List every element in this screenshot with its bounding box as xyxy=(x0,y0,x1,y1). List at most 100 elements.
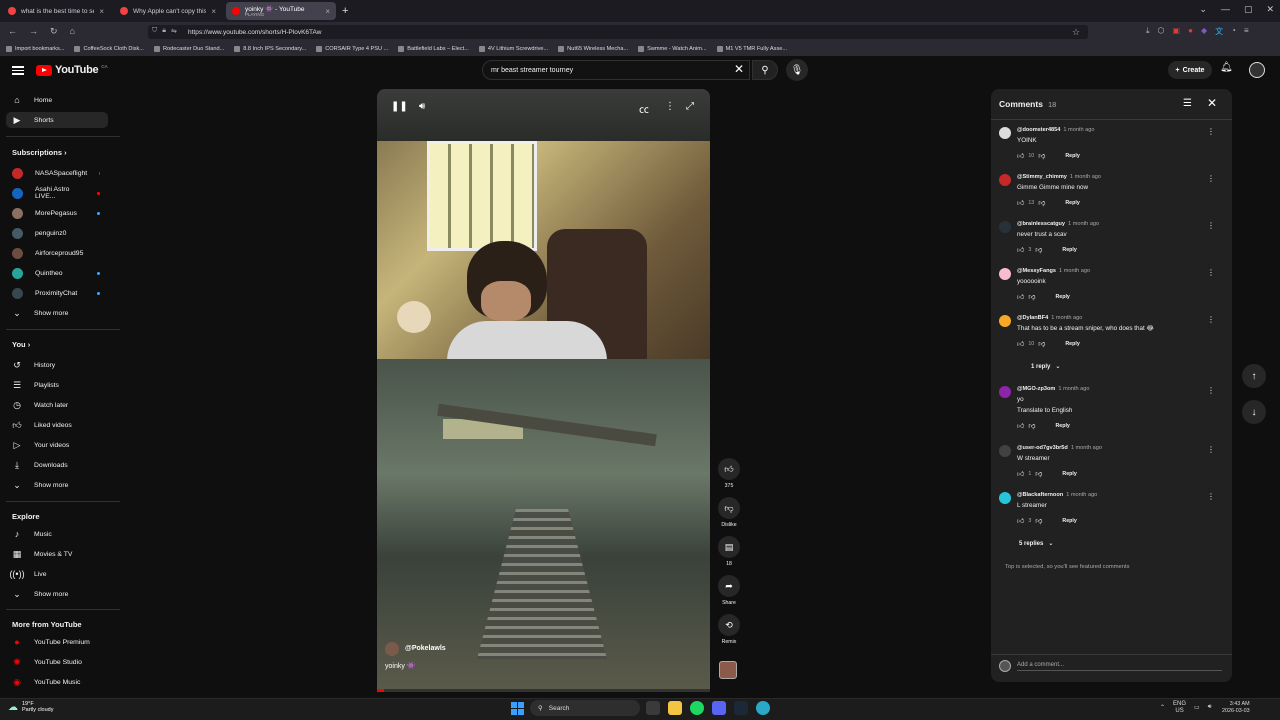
lock-icon[interactable]: 🔒︎ xyxy=(162,27,166,35)
remix-action[interactable]: ⟲ Remix xyxy=(718,614,740,645)
comments-action[interactable]: ▤ 18 xyxy=(718,536,740,567)
bookmark-item[interactable]: M1 V5 TMR Fully Asse... xyxy=(716,46,787,52)
reply-button[interactable]: Reply xyxy=(1065,200,1079,206)
like-icon[interactable]: 👍︎ xyxy=(1017,516,1024,525)
sidebar-item-subscription[interactable]: Asahi Astro LIVE... xyxy=(6,185,108,201)
profile-icon[interactable]: ◔ xyxy=(1231,26,1236,37)
like-icon[interactable]: 👍︎ xyxy=(1017,292,1024,301)
create-button[interactable]: + Create xyxy=(1168,61,1212,79)
shorts-player[interactable]: ❚❚ 🔊︎ ㏄ ⋮ ⤢ @Pokelawls yoinky 👾 xyxy=(377,89,710,689)
extension-youtube-icon[interactable]: ● xyxy=(1188,26,1193,37)
account-avatar[interactable] xyxy=(1249,62,1265,78)
reply-button[interactable]: Reply xyxy=(1062,471,1076,477)
discord-icon[interactable] xyxy=(712,701,726,715)
language-indicator[interactable]: ENG US xyxy=(1173,701,1186,714)
sidebar-item-shorts[interactable]: ▶ Shorts xyxy=(6,112,108,128)
close-window-icon[interactable]: ✕ xyxy=(1266,4,1274,15)
channel-avatar[interactable] xyxy=(385,642,399,656)
reply-button[interactable]: Reply xyxy=(1055,423,1069,429)
home-browser-icon[interactable]: ⌂ xyxy=(70,26,75,37)
dislike-icon[interactable]: 👎︎ xyxy=(1038,198,1045,207)
captions-icon[interactable]: ㏄ xyxy=(639,101,649,116)
taskbar-clock[interactable]: 3:43 AM 2026-03-03 xyxy=(1222,701,1250,715)
sidebar-item-movies[interactable]: ▦ Movies & TV xyxy=(6,546,108,562)
taskbar-search[interactable]: ⚲ Search xyxy=(530,700,640,716)
sidebar-show-more-you[interactable]: ⌄ Show more xyxy=(6,477,108,493)
comment-author[interactable]: @MessyFangs 1 month ago xyxy=(1017,268,1090,274)
comment-author[interactable]: @Blackafternoon 1 month ago xyxy=(1017,492,1097,498)
sidebar-item-subscription[interactable]: Airforceproud95 xyxy=(6,245,108,261)
browser-tab[interactable]: what is the best time to see the × xyxy=(2,2,110,20)
comment-menu-icon[interactable]: ⋮ xyxy=(1207,315,1215,324)
comment-menu-icon[interactable]: ⋮ xyxy=(1207,221,1215,230)
sidebar-item-your-videos[interactable]: ▷ Your videos xyxy=(6,437,108,453)
comment-icon[interactable]: ▤ xyxy=(718,536,740,558)
sidebar-item-liked-videos[interactable]: 👍︎ Liked videos xyxy=(6,417,108,433)
browser-tab-active[interactable]: yoinky 👾 - YouTube PLAYING × xyxy=(226,2,336,20)
sidebar-item-home[interactable]: ⌂ Home xyxy=(6,92,108,108)
monitor-icon[interactable]: ▭ xyxy=(1194,704,1200,711)
like-icon[interactable]: 👍︎ xyxy=(1017,421,1024,430)
you-heading[interactable]: You › xyxy=(12,340,30,349)
bookmark-item[interactable]: Battlefield Labs – Elect... xyxy=(398,46,469,52)
dislike-icon[interactable]: 👎︎ xyxy=(1035,516,1042,525)
view-replies-button[interactable]: 1 reply ⌄ xyxy=(1031,363,1060,371)
menu-icon[interactable]: ≡ xyxy=(1244,26,1249,37)
bookmark-item[interactable]: 8.8 Inch IPS Secondary... xyxy=(234,46,306,52)
shield-icon[interactable]: ⛉ xyxy=(152,27,157,35)
search-input[interactable]: mr beast streamer tourney xyxy=(482,60,750,80)
commenter-avatar[interactable] xyxy=(999,315,1011,327)
volume-tray-icon[interactable]: 🔊︎ xyxy=(1208,704,1212,711)
extensions-icon[interactable]: ⬡ xyxy=(1158,26,1165,37)
task-view-icon[interactable] xyxy=(646,701,660,715)
tab-list-icon[interactable]: ⌄ xyxy=(1199,4,1207,15)
comment-author[interactable]: @brainlesscatguy 1 month ago xyxy=(1017,221,1099,227)
steam-icon[interactable] xyxy=(734,701,748,715)
browser-taskbar-icon[interactable] xyxy=(756,701,770,715)
like-action[interactable]: 👍︎ 375 xyxy=(718,458,740,489)
sidebar-item-subscription[interactable]: ProximityChat xyxy=(6,285,108,301)
guide-menu-icon[interactable] xyxy=(12,64,24,76)
commenter-avatar[interactable] xyxy=(999,386,1011,398)
dislike-icon[interactable]: 👎︎ xyxy=(1038,151,1045,160)
like-icon[interactable]: 👍︎ xyxy=(1017,339,1024,348)
minimize-icon[interactable]: — xyxy=(1221,4,1230,15)
progress-bar[interactable] xyxy=(377,689,710,692)
like-icon[interactable]: 👍︎ xyxy=(1017,151,1024,160)
url-bar[interactable]: https://www.youtube.com/shorts/H-PlovK6T… xyxy=(148,25,1088,39)
comment-menu-icon[interactable]: ⋮ xyxy=(1207,445,1215,454)
dislike-action[interactable]: 👎︎ Dislike xyxy=(718,497,740,528)
commenter-avatar[interactable] xyxy=(999,127,1011,139)
dislike-icon[interactable]: 👎︎ xyxy=(1028,421,1035,430)
extension-red-icon[interactable]: ▣ xyxy=(1173,26,1181,37)
commenter-avatar[interactable] xyxy=(999,268,1011,280)
file-explorer-icon[interactable] xyxy=(668,701,682,715)
like-icon[interactable]: 👍︎ xyxy=(1017,469,1024,478)
bookmark-item[interactable]: CORSAIR Type 4 PSU ... xyxy=(316,46,388,52)
dislike-icon[interactable]: 👎︎ xyxy=(1038,339,1045,348)
sidebar-item-youtube-premium[interactable]: ● YouTube Premium xyxy=(6,634,108,650)
volume-icon[interactable]: 🔊︎ xyxy=(419,101,425,112)
sound-thumbnail[interactable] xyxy=(719,661,737,679)
add-comment-input[interactable]: Add a comment... xyxy=(1017,662,1222,671)
sidebar-show-more-subscriptions[interactable]: ⌄ Show more xyxy=(6,305,108,321)
comment-menu-icon[interactable]: ⋮ xyxy=(1207,386,1215,395)
bookmark-item[interactable]: Rodecaster Duo Stand... xyxy=(153,46,224,52)
youtube-logo[interactable]: YouTube CA xyxy=(36,64,108,76)
bookmark-star-icon[interactable]: ☆ xyxy=(1072,27,1080,38)
spotify-icon[interactable] xyxy=(690,701,704,715)
bookmark-item[interactable]: Swmme - Watch Anim... xyxy=(638,46,707,52)
clear-search-icon[interactable]: ✕ xyxy=(734,62,744,76)
sidebar-item-history[interactable]: ↺ History xyxy=(6,357,108,373)
comment-menu-icon[interactable]: ⋮ xyxy=(1207,127,1215,136)
commenter-avatar[interactable] xyxy=(999,492,1011,504)
extension-translate-icon[interactable]: 文 xyxy=(1215,26,1223,37)
sidebar-item-subscription[interactable]: Quintheo xyxy=(6,265,108,281)
comment-author[interactable]: @MGO-zp3om 1 month ago xyxy=(1017,386,1090,392)
fullscreen-icon[interactable]: ⤢ xyxy=(686,101,694,112)
view-replies-button[interactable]: 5 replies ⌄ xyxy=(1019,540,1053,548)
browser-tab[interactable]: Why Apple can't copy this Sams × xyxy=(114,2,222,20)
bookmark-item[interactable]: Nut65 Wireless Mecha... xyxy=(558,46,628,52)
reply-button[interactable]: Reply xyxy=(1065,153,1079,159)
sidebar-item-youtube-studio[interactable]: ✺ YouTube Studio xyxy=(6,654,108,670)
